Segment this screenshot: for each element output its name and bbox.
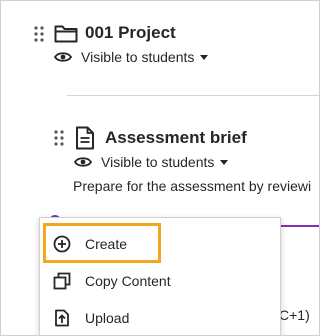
eye-icon <box>74 156 92 168</box>
background-text: C+1) <box>279 307 310 323</box>
upload-icon <box>53 309 71 327</box>
menu-item-copy-content[interactable]: Copy Content <box>40 263 280 299</box>
item-title[interactable]: 001 Project <box>85 23 176 43</box>
item-description: Prepare for the assessment by reviewi <box>73 178 312 194</box>
drag-handle-icon[interactable] <box>34 26 44 42</box>
eye-icon <box>54 51 72 63</box>
menu-item-label: Copy Content <box>85 273 171 289</box>
visibility-dropdown[interactable]: Visible to students <box>74 154 229 170</box>
menu-item-upload[interactable]: Upload <box>40 300 280 335</box>
divider <box>67 95 319 96</box>
highlight-box <box>43 223 161 263</box>
visibility-label: Visible to students <box>81 49 195 65</box>
menu-item-label: Upload <box>85 310 130 326</box>
document-icon <box>75 126 95 155</box>
caret-down-icon <box>220 159 229 165</box>
visibility-label: Visible to students <box>101 154 215 170</box>
caret-down-icon <box>200 54 209 60</box>
folder-icon <box>54 23 78 48</box>
visibility-dropdown[interactable]: Visible to students <box>54 49 209 65</box>
insert-line <box>279 225 319 227</box>
item-title[interactable]: Assessment brief <box>105 128 247 148</box>
drag-handle-icon[interactable] <box>54 130 64 146</box>
course-content-panel: 001 Project Visible to students Assessme… <box>0 0 320 336</box>
copy-icon <box>53 272 71 290</box>
